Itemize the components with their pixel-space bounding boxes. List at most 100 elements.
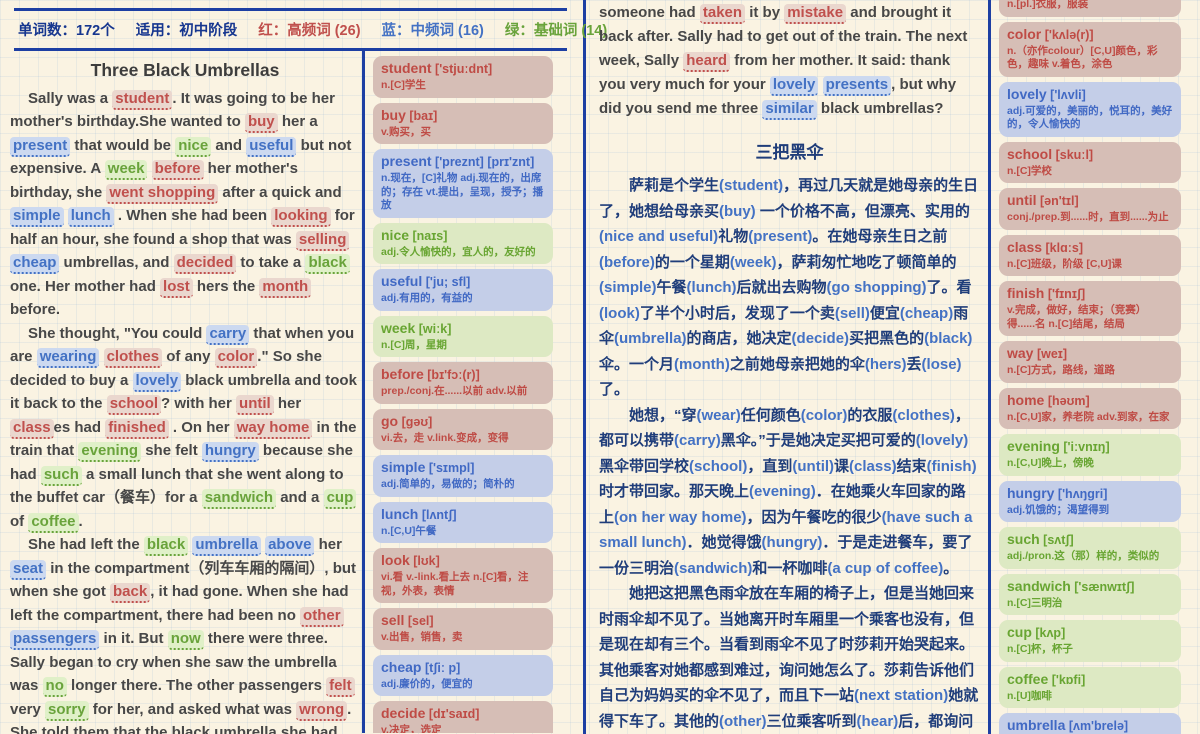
vocab-card: umbrella [ʌm'brelə]n.[C]伞，雨伞 — [999, 713, 1181, 734]
vocab-definition: n.[C]杯，杯子 — [1007, 643, 1173, 657]
highlighted-word: until — [236, 395, 274, 415]
highlighted-word: clothes — [104, 348, 163, 368]
translation-keyword: (buy) — [719, 203, 756, 220]
vocab-card: useful ['ju; sfl]adj.有用的，有益的 — [373, 269, 553, 311]
highlighted-word: looking — [271, 207, 330, 227]
highlighted-word: evening — [78, 442, 141, 462]
vocab-definition: n.[C]学校 — [1007, 165, 1173, 179]
highlighted-word: above — [265, 536, 314, 556]
translation-title: 三把黑伞 — [599, 138, 980, 163]
translation-keyword: (hers) — [865, 356, 907, 373]
vocab-word-line: such [sʌtʃ] — [1007, 531, 1173, 549]
vocab-word-line: week [wiːk] — [381, 320, 545, 338]
vocab-card: present ['preznt] [prɪ'znt]n.现在，[C]礼物 ad… — [373, 149, 553, 218]
translation-keyword: (week) — [730, 254, 777, 271]
vocab-definition: adj.饥饿的；渴望得到 — [1007, 504, 1173, 518]
vocab-card: look [lʊk]vi.看 v.-link.看上去 n.[C]看，注视，外表，… — [373, 548, 553, 603]
vocab-card: lovely ['lʌvli]adj.可爱的，美丽的，悦耳的，美好的，令人愉快的 — [999, 82, 1181, 137]
highlighted-word: present — [10, 137, 70, 157]
vocab-word-line: lunch [lʌntʃ] — [381, 506, 545, 524]
vocab-word: such — [1007, 531, 1040, 547]
translation-keyword: (cheap) — [900, 305, 953, 322]
translation-keyword: (clothes) — [892, 407, 955, 424]
vocab-word: look — [381, 552, 410, 568]
vocab-word: present — [381, 153, 432, 169]
highlighted-word: passengers — [10, 630, 99, 650]
vocab-word-line: buy [baɪ] — [381, 107, 545, 125]
vocab-card: sell [sel]v.出售，销售，卖 — [373, 608, 553, 650]
vocab-word-line: class [klɑːs] — [1007, 239, 1173, 257]
vocab-word-line: color ['kʌlə(r)] — [1007, 26, 1173, 44]
vocab-word-line: until [ən'tɪl] — [1007, 192, 1173, 210]
highlighted-word: coffee — [28, 513, 78, 533]
vocab-word-line: cup [kʌp] — [1007, 624, 1173, 642]
translation-keyword: (student) — [719, 177, 783, 194]
vocab-definition: n.[C,U]家，养老院 adv.到家，在家 — [1007, 411, 1173, 425]
vocab-card: hungry ['hʌŋgri] adj.饥饿的；渴望得到 — [999, 481, 1181, 523]
highlighted-word: lovely — [133, 372, 182, 392]
vocab-phonetic: [lʌntʃ] — [418, 508, 456, 522]
vocab-definition: n.[C]周，星期 — [381, 339, 545, 353]
vocab-word-line: school [skuːl] — [1007, 146, 1173, 164]
translation-keyword: (month) — [674, 356, 730, 373]
highlighted-word: back — [110, 583, 150, 603]
vocab-definition: adj.廉价的，便宜的 — [381, 678, 545, 692]
vocab-card: week [wiːk]n.[C]周，星期 — [373, 316, 553, 358]
highlighted-word: buy — [245, 113, 278, 133]
vocab-card: n.[pl.]衣服，服装 — [999, 0, 1181, 17]
vocab-word-line: finish ['fɪnɪʃ] — [1007, 285, 1173, 303]
vocab-phonetic: ['sɪmpl] — [425, 461, 474, 475]
vocab-phonetic: [wiːk] — [415, 322, 451, 336]
highlighted-word: school — [107, 395, 161, 415]
story-paragraph: She had left the black umbrella above he… — [10, 533, 360, 734]
vocab-phonetic: [həʊm] — [1044, 394, 1089, 408]
vocab-definition: adj.可爱的，美丽的，悦耳的，美好的，令人愉快的 — [1007, 105, 1173, 132]
vocab-card: cup [kʌp]n.[C]杯，杯子 — [999, 620, 1181, 662]
vocab-phonetic: ['hʌŋgri] — [1054, 487, 1107, 501]
vocab-word-line: present ['preznt] [prɪ'znt] — [381, 153, 545, 171]
vocab-word: cheap — [381, 659, 421, 675]
translation-keyword: (a cup of coffee) — [827, 560, 943, 577]
vocab-phonetic: ['kɒfi] — [1048, 673, 1085, 687]
vocab-word: decide — [381, 705, 425, 721]
translation-keyword: (lovely) — [916, 432, 969, 449]
vocab-card: simple ['sɪmpl]adj.简单的，易做的；简朴的 — [373, 455, 553, 497]
vocab-card: coffee ['kɒfi]n.[U]咖啡 — [999, 667, 1181, 709]
highlighted-word: student — [112, 90, 172, 110]
vocab-definition: n.[C]学生 — [381, 79, 545, 93]
vocab-card: nice [naɪs]adj.令人愉快的，宜人的，友好的 — [373, 223, 553, 265]
highlighted-word: heard — [683, 52, 730, 72]
vocab-word-line: sell [sel] — [381, 612, 545, 630]
vocab-word-line: decide [dɪ'saɪd] — [381, 705, 545, 723]
vocab-word-line: look [lʊk] — [381, 552, 545, 570]
highlighted-word: class — [10, 419, 54, 439]
vocab-word-line: student ['stjuːdnt] — [381, 60, 545, 78]
vocab-phonetic: [naɪs] — [409, 229, 447, 243]
translation-keyword: (hungry) — [762, 534, 823, 551]
vocab-phonetic: [dɪ'saɪd] — [425, 707, 479, 721]
vocab-word: color — [1007, 26, 1041, 42]
highlighted-word: black — [305, 254, 349, 274]
vocab-definition: n.[C,U]晚上，傍晚 — [1007, 457, 1173, 471]
story-continuation-paragraph: someone had taken it by mistake and brou… — [599, 1, 980, 121]
vocab-word-line: simple ['sɪmpl] — [381, 459, 545, 477]
vocab-phonetic: ['lʌvli] — [1047, 88, 1086, 102]
vocab-word: hungry — [1007, 485, 1054, 501]
translation-keyword: (simple) — [599, 279, 657, 296]
translation-keyword: (until) — [792, 458, 834, 475]
vocab-definition: adj.有用的，有益的 — [381, 292, 545, 306]
translation-column: someone had taken it by mistake and brou… — [589, 0, 988, 734]
vocab-word: sandwich — [1007, 578, 1071, 594]
vocab-phonetic: ['kʌlə(r)] — [1041, 28, 1093, 42]
vocab-definition: n.[U]咖啡 — [1007, 690, 1173, 704]
right-page: someone had taken it by mistake and brou… — [589, 0, 1200, 734]
translation-keyword: (look) — [599, 305, 640, 322]
translation-keyword: (other) — [719, 713, 767, 730]
vocab-word: sell — [381, 612, 404, 628]
vocab-word: cup — [1007, 624, 1032, 640]
vocab-definition: n.[C,U]午餐 — [381, 525, 545, 539]
vocab-definition: adj./pron.这（那）样的，类似的 — [1007, 550, 1173, 564]
vocab-phonetic: ['iːvnɪŋ] — [1060, 440, 1110, 454]
translation-keyword: (hear) — [857, 713, 899, 730]
translation-keyword: (lose) — [922, 356, 962, 373]
